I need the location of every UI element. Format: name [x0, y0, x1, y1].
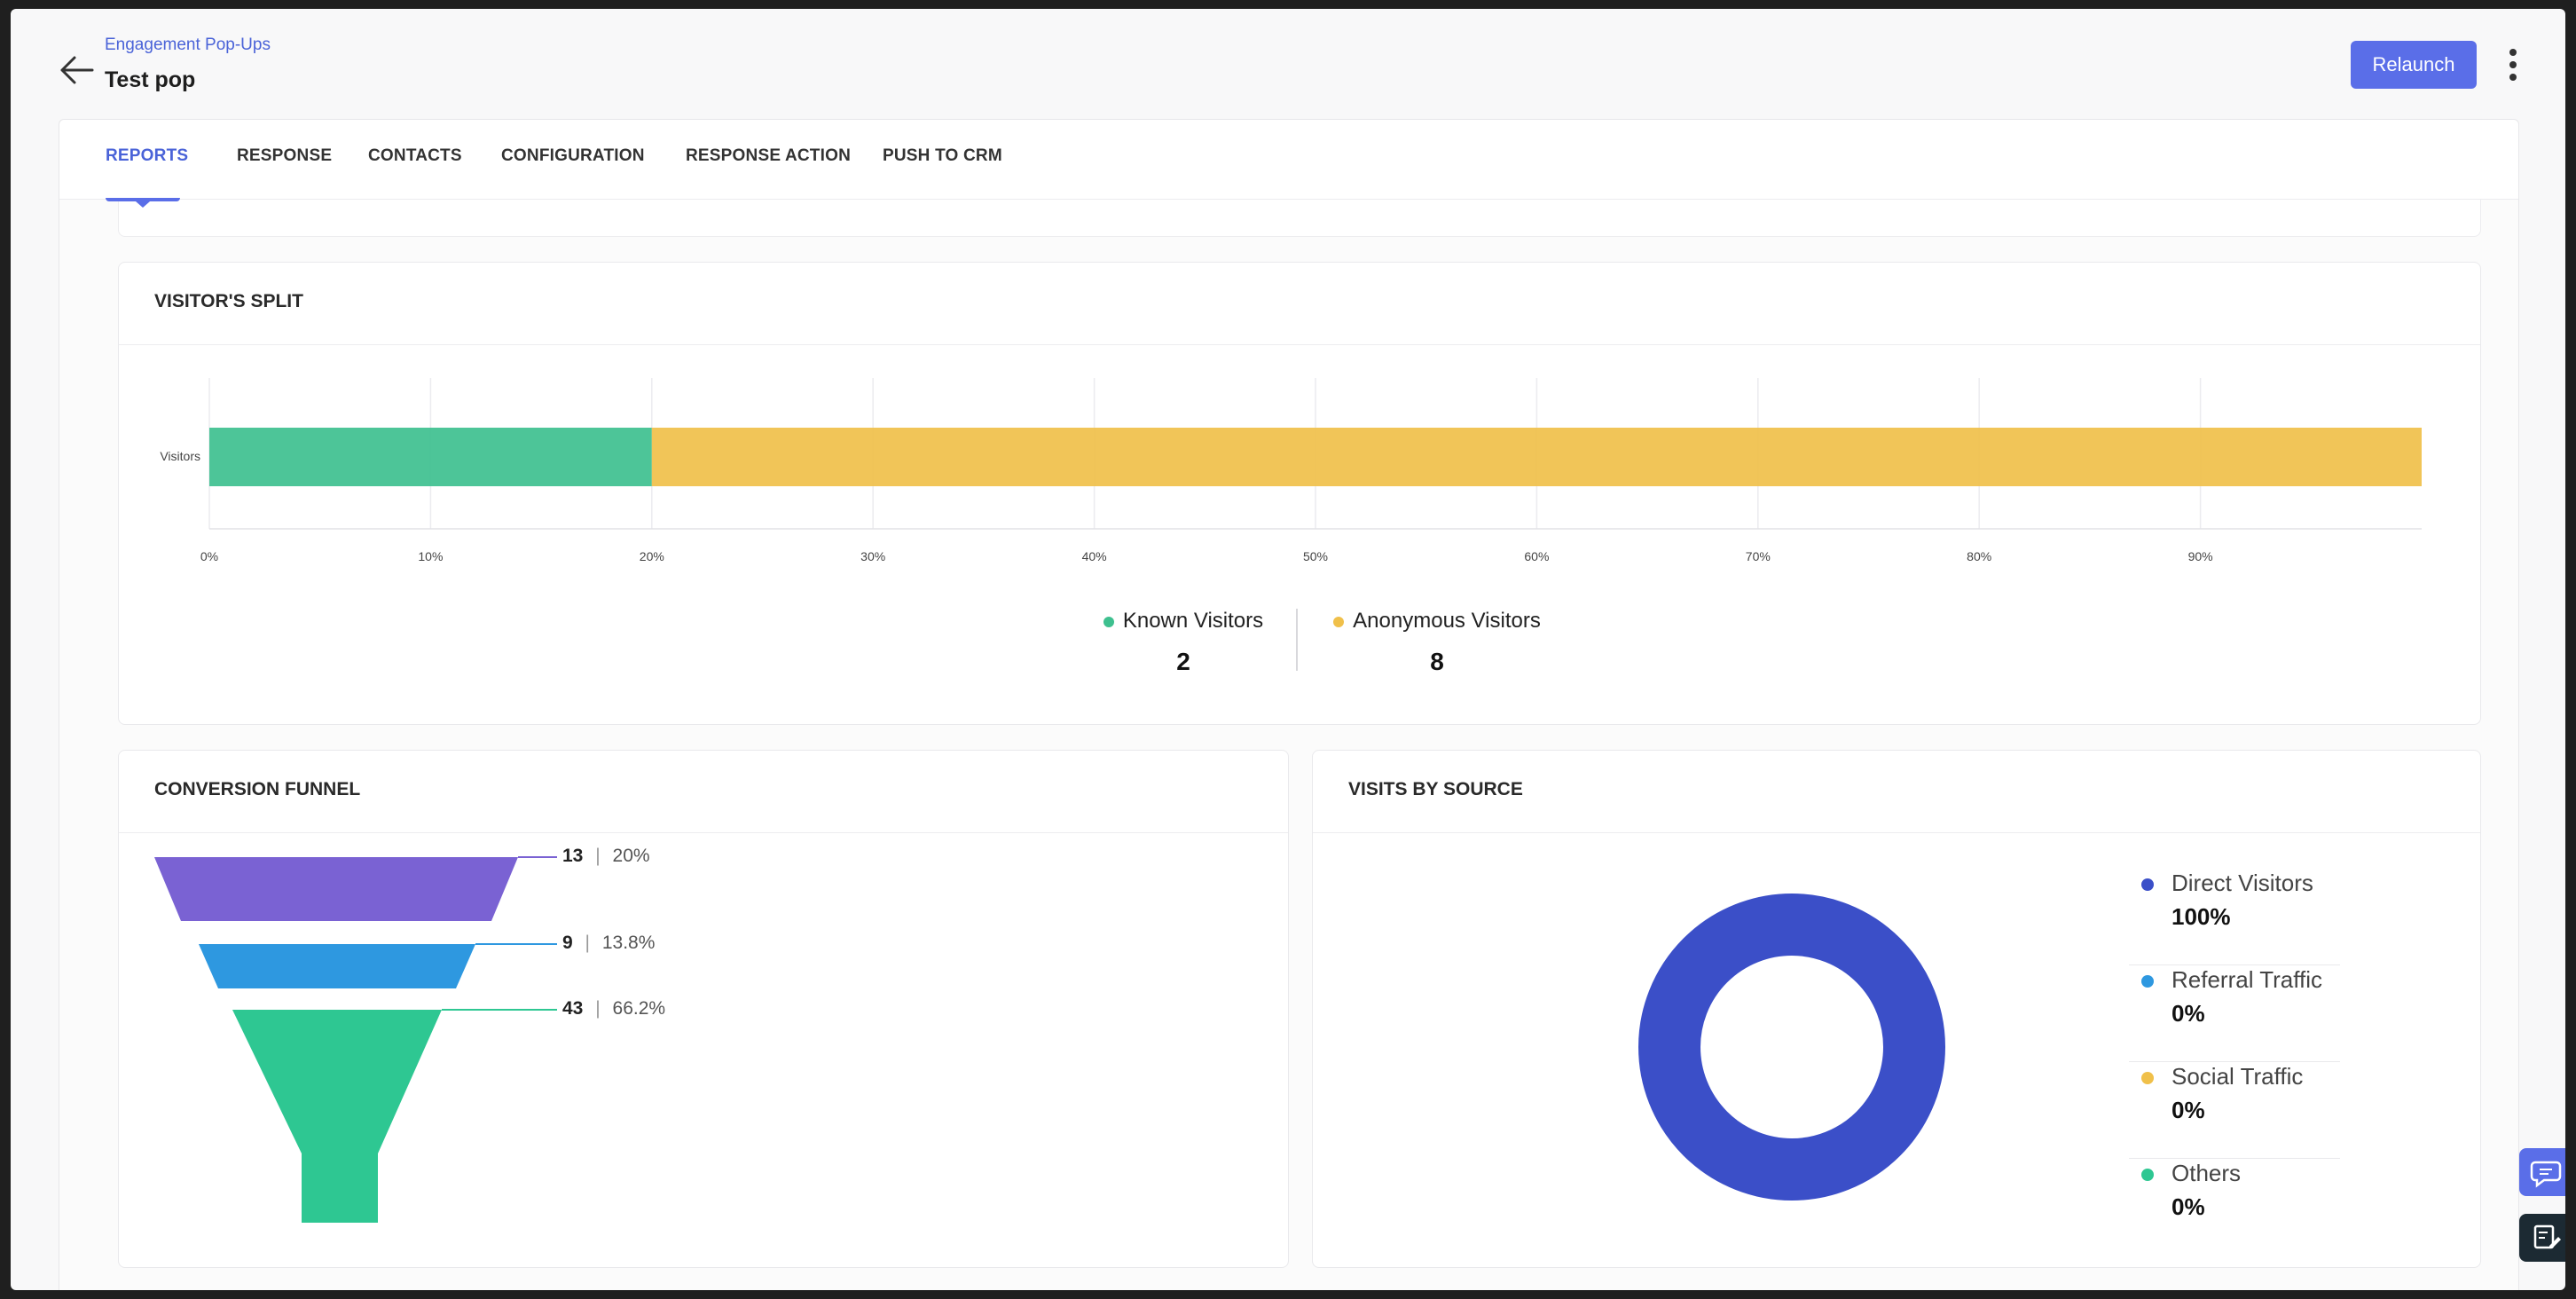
funnel-count: 13 — [562, 846, 584, 866]
tab-contacts[interactable]: CONTACTS — [368, 146, 462, 166]
known-visitors-dot — [1103, 617, 1114, 627]
funnel-stage-1-label: 13 | 20% — [562, 846, 650, 866]
x-tick-label: 20% — [640, 549, 664, 563]
funnel-stage-2 — [199, 944, 475, 988]
donut-slice — [1638, 894, 1945, 1201]
funnel-count: 43 — [562, 998, 584, 1019]
app-window: Engagement Pop-Ups Test pop Relaunch REP… — [11, 9, 2565, 1290]
tab-bar: REPORTS RESPONSE CONTACTS CONFIGURATION … — [59, 120, 2518, 200]
bar-segment — [209, 428, 652, 486]
x-tick-label: 90% — [2188, 549, 2213, 563]
tab-push-to-crm[interactable]: PUSH TO CRM — [883, 146, 1002, 166]
funnel-percent: 20% — [612, 846, 650, 866]
previous-card-edge — [118, 200, 2481, 237]
legend-divider — [1296, 609, 1298, 671]
visitors-split-card: VISITOR'S SPLIT 0% 10% 20% 30% 40% 50% 60% 70% 8… — [118, 262, 2481, 725]
y-category-label: Visitors — [160, 449, 200, 463]
bar-segment — [651, 428, 2422, 486]
visits-donut-chart — [1638, 894, 1945, 1201]
card-divider — [119, 344, 2480, 345]
x-tick-label: 80% — [1967, 549, 1991, 563]
x-tick-label: 30% — [860, 549, 885, 563]
chat-support-button[interactable] — [2519, 1148, 2565, 1196]
source-item-others: Others 0% — [2129, 1160, 2340, 1256]
visitors-split-chart: 0% 10% 20% 30% 40% 50% 60% 70% 80% 90% Visitors — [160, 378, 2422, 563]
legend-known-visitors: Known Visitors 2 — [1086, 609, 1281, 689]
source-item-direct: Direct Visitors 100% — [2129, 870, 2340, 965]
source-item-social: Social Traffic 0% — [2129, 1063, 2340, 1159]
active-tab-indicator — [106, 198, 180, 208]
source-dot — [2141, 1169, 2154, 1181]
report-panel: REPORTS RESPONSE CONTACTS CONFIGURATION … — [59, 119, 2519, 1290]
visits-by-source-card: VISITS BY SOURCE Direct Visitors 100% Re… — [1312, 750, 2481, 1268]
back-arrow-icon[interactable] — [53, 48, 106, 92]
funnel-percent: 13.8% — [601, 933, 656, 953]
edit-note-icon — [2533, 1224, 2561, 1249]
legend-label: Known Visitors — [1122, 609, 1264, 633]
anonymous-visitors-dot — [1333, 617, 1345, 627]
tab-response[interactable]: RESPONSE — [237, 146, 332, 166]
legend-count: 8 — [1430, 648, 1444, 675]
relaunch-button[interactable]: Relaunch — [2351, 41, 2477, 89]
source-label: Others — [2172, 1160, 2242, 1186]
x-tick-label: 0% — [200, 549, 218, 563]
tab-configuration[interactable]: CONFIGURATION — [501, 146, 645, 166]
funnel-stage-2-label: 9 | 13.8% — [562, 933, 656, 953]
legend-anonymous-visitors: Anonymous Visitors 8 — [1313, 609, 1561, 689]
source-dot — [2141, 878, 2154, 891]
source-label: Referral Traffic — [2172, 966, 2323, 993]
source-item-referral: Referral Traffic 0% — [2129, 966, 2340, 1062]
source-value: 0% — [2172, 1193, 2205, 1220]
source-value: 0% — [2172, 1000, 2205, 1027]
funnel-stage-3-label: 43 | 66.2% — [562, 998, 666, 1019]
funnel-graphic — [154, 856, 557, 1223]
visitors-split-title: VISITOR'S SPLIT — [154, 291, 303, 311]
source-value: 0% — [2172, 1097, 2205, 1123]
visits-by-source-title: VISITS BY SOURCE — [1348, 779, 1523, 799]
funnel-count: 9 — [562, 933, 573, 953]
source-label: Direct Visitors — [2172, 870, 2313, 896]
source-legend: Direct Visitors 100% Referral Traffic 0%… — [2129, 870, 2340, 1253]
page-title: Test pop — [105, 67, 196, 92]
chat-icon — [2530, 1161, 2562, 1188]
source-dot — [2141, 1072, 2154, 1084]
breadcrumb[interactable]: Engagement Pop-Ups — [105, 35, 271, 55]
conversion-funnel-card: CONVERSION FUNNEL 13 | 20% 9 | 13.8% 43 … — [118, 750, 1289, 1268]
feedback-button[interactable] — [2519, 1214, 2565, 1262]
x-tick-label: 50% — [1303, 549, 1328, 563]
tab-reports[interactable]: REPORTS — [106, 146, 188, 166]
card-divider — [1313, 832, 2480, 833]
legend-count: 2 — [1176, 648, 1190, 675]
source-label: Social Traffic — [2172, 1063, 2304, 1090]
source-dot — [2141, 975, 2154, 988]
more-options-icon[interactable] — [2500, 41, 2526, 89]
legend-label: Anonymous Visitors — [1353, 609, 1541, 633]
funnel-stage-1 — [154, 857, 518, 921]
funnel-stage-3 — [232, 1010, 442, 1223]
tab-response-action[interactable]: RESPONSE ACTION — [686, 146, 851, 166]
x-tick-label: 40% — [1082, 549, 1107, 563]
visitors-legend: Known Visitors 2 Anonymous Visitors 8 — [1086, 609, 1565, 689]
x-tick-label: 70% — [1746, 549, 1771, 563]
source-value: 100% — [2172, 903, 2231, 930]
funnel-percent: 66.2% — [612, 998, 666, 1019]
x-tick-label: 60% — [1524, 549, 1549, 563]
x-tick-label: 10% — [418, 549, 443, 563]
